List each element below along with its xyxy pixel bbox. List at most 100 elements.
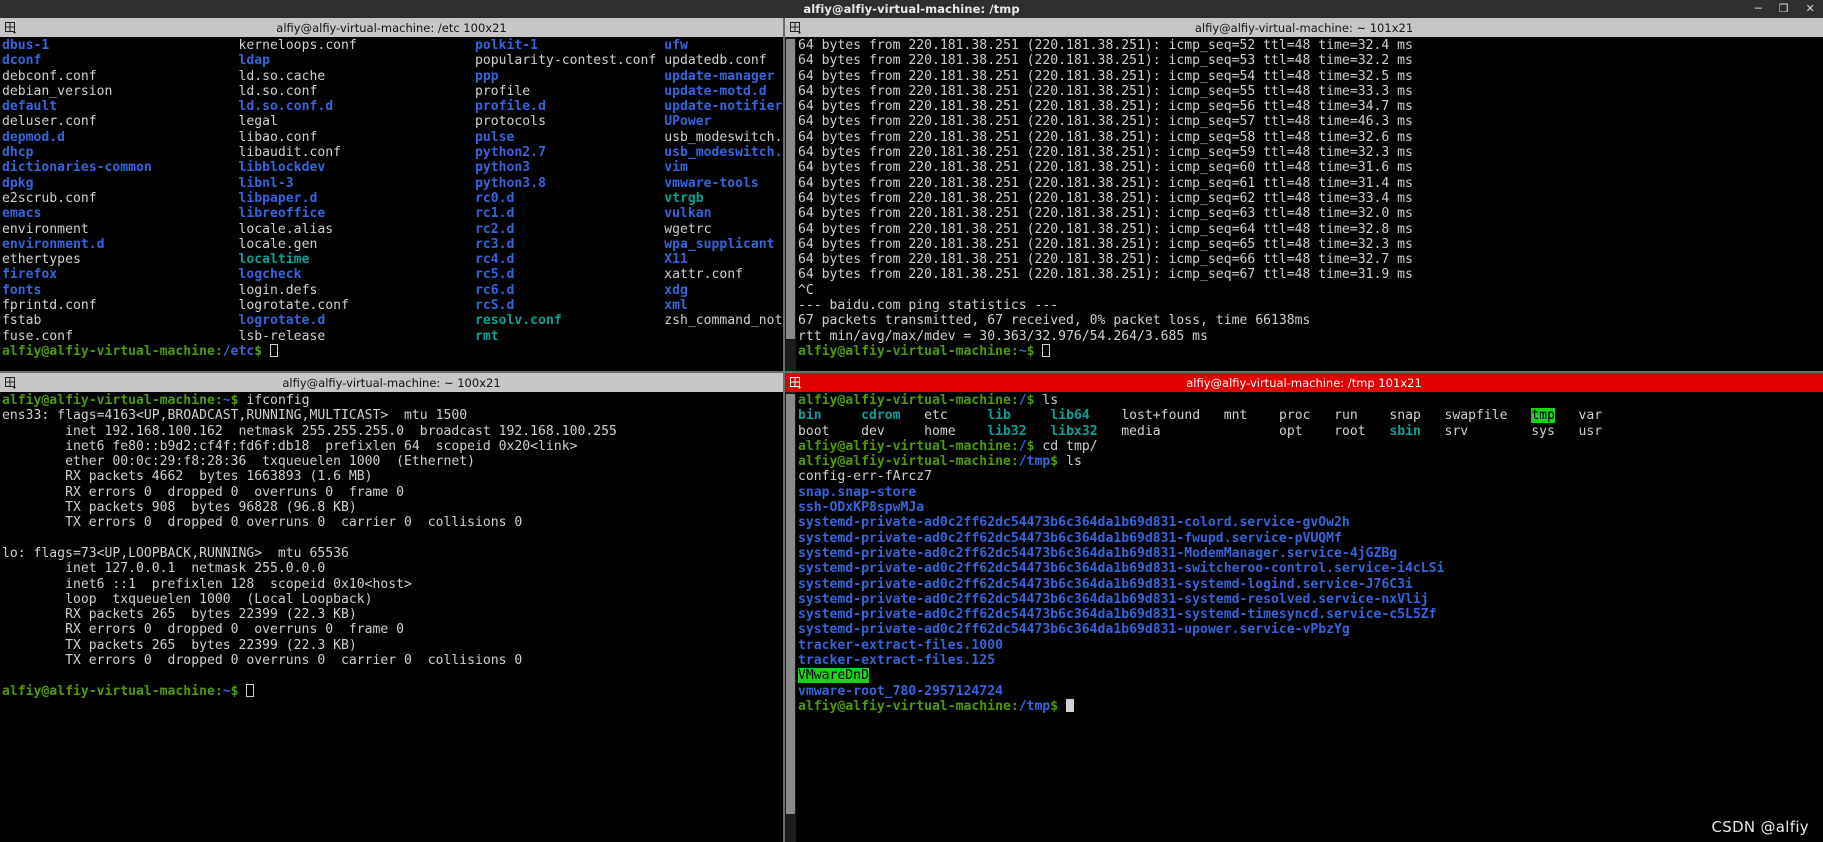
etc-entry: libblockdev — [238, 160, 475, 176]
terminal-line: vmware-root_780-2957124724 — [798, 684, 1823, 699]
pane-tmp-body[interactable]: alfiy@alfiy-virtual-machine:/$ ls bin cdr… — [785, 392, 1823, 842]
terminal-line: dconf ldap popularity-contest.conf updat… — [2, 53, 783, 68]
pane-etc-body[interactable]: dbus-1 kerneloops.conf polkit-1 ufw dconf… — [0, 37, 783, 371]
terminal-line: TX errors 0 dropped 0 overruns 0 carrier… — [2, 515, 783, 530]
etc-entry: logrotate.conf — [238, 298, 475, 314]
close-button[interactable]: ✕ — [1806, 0, 1815, 18]
ping-reply-line: 64 bytes from 220.181.38.251 (220.181.38… — [798, 68, 1413, 84]
ping-stats-summary: 67 packets transmitted, 67 received, 0% … — [798, 313, 1311, 329]
pane-etc-titlebar[interactable]: alfiy@alfiy-virtual-machine: /etc 100x21 — [0, 18, 783, 37]
pane-ping-titlebar[interactable]: alfiy@alfiy-virtual-machine: ~ 101x21 — [785, 18, 1823, 37]
etc-entry: xml — [664, 298, 688, 314]
terminal-line: systemd-private-ad0c2ff62dc54473b6c364da… — [798, 577, 1823, 592]
shell-prompt-symbol: $ — [230, 683, 247, 699]
ifconfig-line: inet 127.0.0.1 netmask 255.0.0.0 — [2, 561, 326, 577]
etc-entry: wpa_supplicant — [664, 236, 775, 252]
terminal-line: environment locale.alias rc2.d wgetrc — [2, 222, 783, 237]
etc-entry: libreoffice — [238, 206, 475, 222]
pane-tmp-titlebar[interactable]: alfiy@alfiy-virtual-machine: /tmp 101x21 — [785, 373, 1823, 392]
tmp-entry: systemd-private-ad0c2ff62dc54473b6c364da… — [798, 576, 1413, 592]
terminal-line: fstab logrotate.d resolv.conf zsh_comman… — [2, 313, 783, 328]
terminal-line: emacs libreoffice rc1.d vulkan — [2, 206, 783, 221]
minimize-button[interactable]: ─ — [1755, 0, 1762, 18]
terminal-line: systemd-private-ad0c2ff62dc54473b6c364da… — [798, 546, 1823, 561]
pane-grip-icon[interactable] — [0, 18, 22, 37]
pane-grip-icon[interactable] — [0, 373, 22, 392]
terminal-line: 64 bytes from 220.181.38.251 (220.181.38… — [798, 222, 1823, 237]
etc-entry: debconf.conf — [2, 68, 239, 84]
terminal-line: depmod.d libao.conf pulse usb_modeswitch… — [2, 130, 783, 145]
terminal-line: 64 bytes from 220.181.38.251 (220.181.38… — [798, 38, 1823, 53]
etc-entry: logrotate.d — [238, 313, 475, 329]
etc-entry: dictionaries-common — [2, 160, 239, 176]
ping-reply-line: 64 bytes from 220.181.38.251 (220.181.38… — [798, 236, 1413, 252]
terminal-line: alfiy@alfiy-virtual-machine:~$ — [798, 343, 1823, 359]
ifconfig-line: ens33: flags=4163<UP,BROADCAST,RUNNING,M… — [2, 408, 468, 424]
pane-ping-scrollbar[interactable] — [785, 37, 796, 371]
terminal-line: alfiy@alfiy-virtual-machine:/$ ls — [798, 393, 1823, 408]
pane-tmp-scrollbar[interactable] — [785, 392, 796, 842]
etc-entry: profile — [475, 83, 665, 99]
etc-entry: deluser.conf — [2, 114, 239, 130]
pane-ifconfig-body[interactable]: alfiy@alfiy-virtual-machine:~$ ifconfig e… — [0, 392, 783, 842]
shell-prompt-user: alfiy@alfiy-virtual-machine: — [798, 343, 1019, 359]
terminal-line: ether 00:0c:29:f8:28:36 txqueuelen 1000 … — [2, 454, 783, 469]
shell-command: ls — [1042, 393, 1059, 408]
terminal-line: --- baidu.com ping statistics --- — [798, 298, 1823, 313]
pane-ifconfig-title: alfiy@alfiy-virtual-machine: ~ 100x21 — [282, 375, 501, 390]
root-entry: bin — [798, 408, 862, 424]
pane-etc[interactable]: alfiy@alfiy-virtual-machine: /etc 100x21… — [0, 18, 783, 371]
pane-grip-icon[interactable] — [785, 18, 807, 37]
terminal-line: dhcp libaudit.conf python2.7 usb_modeswi… — [2, 145, 783, 160]
pane-etc-terminal-output[interactable]: dbus-1 kerneloops.conf polkit-1 ufw dconf… — [0, 37, 783, 371]
pane-ifconfig[interactable]: alfiy@alfiy-virtual-machine: ~ 100x21 al… — [0, 373, 783, 842]
shell-prompt-path: / — [1018, 438, 1027, 454]
root-entry: var — [1578, 408, 1603, 424]
ifconfig-line: RX errors 0 dropped 0 overruns 0 frame 0 — [2, 622, 405, 638]
tmp-entry: systemd-private-ad0c2ff62dc54473b6c364da… — [798, 530, 1342, 546]
etc-entry: UPower — [664, 114, 712, 130]
pane-ping-body[interactable]: 64 bytes from 220.181.38.251 (220.181.38… — [785, 37, 1823, 371]
shell-prompt-path: /etc — [222, 343, 255, 359]
terminal-line — [2, 531, 783, 546]
root-entry: home — [924, 423, 988, 439]
pane-tmp-title: alfiy@alfiy-virtual-machine: /tmp 101x21 — [1186, 375, 1422, 390]
shell-prompt-symbol: $ — [1026, 393, 1043, 408]
etc-entry: rc3.d — [475, 236, 665, 252]
pane-ifconfig-terminal-output[interactable]: alfiy@alfiy-virtual-machine:~$ ifconfig e… — [0, 392, 783, 842]
pane-ifconfig-titlebar[interactable]: alfiy@alfiy-virtual-machine: ~ 100x21 — [0, 373, 783, 392]
terminal-line: e2scrub.conf libpaper.d rc0.d vtrgb — [2, 191, 783, 206]
etc-entry: updatedb.conf — [664, 53, 767, 69]
ping-reply-line: 64 bytes from 220.181.38.251 (220.181.38… — [798, 160, 1413, 176]
etc-entry: polkit-1 — [475, 38, 665, 53]
etc-entry: ld.so.conf — [238, 83, 475, 99]
root-entry: lib — [987, 408, 1051, 424]
root-entry: swapfile — [1444, 408, 1532, 424]
pane-ping[interactable]: alfiy@alfiy-virtual-machine: ~ 101x21 64… — [785, 18, 1823, 371]
etc-entry: kerneloops.conf — [238, 38, 475, 53]
ifconfig-line: RX packets 265 bytes 22399 (22.3 KB) — [2, 607, 357, 623]
shell-prompt-symbol: $ — [230, 393, 247, 408]
pane-tmp[interactable]: alfiy@alfiy-virtual-machine: /tmp 101x21… — [785, 373, 1823, 842]
shell-prompt-path: ~ — [222, 393, 231, 408]
terminal-line: dbus-1 kerneloops.conf polkit-1 ufw — [2, 38, 783, 53]
pane-ping-terminal-output[interactable]: 64 bytes from 220.181.38.251 (220.181.38… — [796, 37, 1823, 371]
terminal-line: RX errors 0 dropped 0 overruns 0 frame 0 — [2, 485, 783, 500]
etc-entry: ethertypes — [2, 252, 239, 268]
ping-reply-line: 64 bytes from 220.181.38.251 (220.181.38… — [798, 221, 1413, 237]
root-entry — [1224, 424, 1279, 439]
ping-reply-line: 64 bytes from 220.181.38.251 (220.181.38… — [798, 145, 1413, 161]
maximize-button[interactable]: ❐ — [1779, 0, 1789, 18]
ping-reply-line: 64 bytes from 220.181.38.251 (220.181.38… — [798, 267, 1413, 283]
shell-command: ls — [1066, 454, 1082, 470]
etc-entry: X11 — [664, 252, 688, 268]
pane-tmp-terminal-output[interactable]: alfiy@alfiy-virtual-machine:/$ ls bin cdr… — [796, 392, 1823, 842]
etc-entry: python3.8 — [475, 175, 665, 191]
root-entry: lost+found — [1121, 408, 1224, 424]
root-entry: run — [1334, 408, 1390, 424]
pane-grip-icon[interactable] — [785, 373, 807, 392]
root-entry: lib32 — [987, 423, 1051, 439]
window-titlebar: alfiy@alfiy-virtual-machine: /tmp ─ ❐ ✕ — [0, 0, 1823, 18]
etc-entry: login.defs — [238, 282, 475, 298]
etc-entry: libpaper.d — [238, 190, 475, 206]
